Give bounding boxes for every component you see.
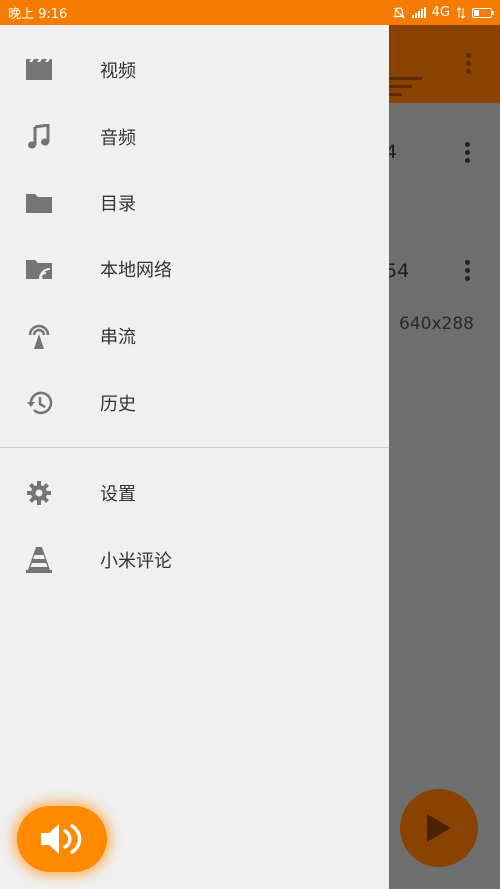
bg-item2-resolution: 640x288 <box>399 314 474 334</box>
drawer-item-label: 目录 <box>100 194 136 215</box>
drawer-item-label: 小米评论 <box>100 551 172 572</box>
drawer-item-history[interactable]: 历史 <box>0 370 389 436</box>
vlc-cone-icon <box>24 545 54 575</box>
drawer-item-local-network[interactable]: 本地网络 <box>0 236 389 302</box>
bg-item2-more-icon <box>465 260 471 284</box>
play-fab <box>400 789 478 867</box>
gear-icon <box>24 478 54 508</box>
drawer-item-settings[interactable]: 设置 <box>0 460 389 526</box>
drawer-item-label: 音频 <box>100 128 136 149</box>
folder-icon <box>24 188 54 218</box>
status-bar: 晚上 9:16 4G <box>0 0 500 25</box>
history-icon <box>24 388 54 418</box>
drawer-item-stream[interactable]: 串流 <box>0 303 389 369</box>
drawer-item-label: 历史 <box>100 394 136 415</box>
video-clapper-icon <box>24 55 54 85</box>
data-arrows-icon <box>456 6 466 19</box>
drawer-item-directories[interactable]: 目录 <box>0 170 389 236</box>
drawer-item-label: 视频 <box>100 61 136 82</box>
overflow-menu-icon <box>466 53 472 77</box>
drawer-item-label: 本地网络 <box>100 260 172 281</box>
play-icon <box>427 814 451 842</box>
bell-off-icon <box>393 6 405 18</box>
network-type: 4G <box>431 5 450 20</box>
drawer-item-label: 设置 <box>100 484 136 505</box>
navigation-drawer: 视频 音频 目录 本地网络 串流 历史 设置 小米评论 <box>0 25 389 889</box>
drawer-item-video[interactable]: 视频 <box>0 37 389 103</box>
drawer-item-audio[interactable]: 音频 <box>0 104 389 170</box>
battery-icon <box>472 7 494 18</box>
sort-icon <box>388 77 422 101</box>
signal-icon <box>411 7 426 18</box>
stream-antenna-icon <box>24 321 54 351</box>
bg-item1-more-icon <box>465 142 471 166</box>
drawer-divider <box>0 447 389 448</box>
drawer-item-label: 串流 <box>100 327 136 348</box>
drawer-item-rate[interactable]: 小米评论 <box>0 527 389 593</box>
speaker-icon <box>41 824 82 854</box>
network-folder-icon <box>24 254 54 284</box>
music-note-icon <box>24 122 54 152</box>
audio-player-button[interactable] <box>17 806 107 872</box>
status-icons: 4G <box>392 5 494 20</box>
status-time: 晚上 9:16 <box>8 7 68 22</box>
